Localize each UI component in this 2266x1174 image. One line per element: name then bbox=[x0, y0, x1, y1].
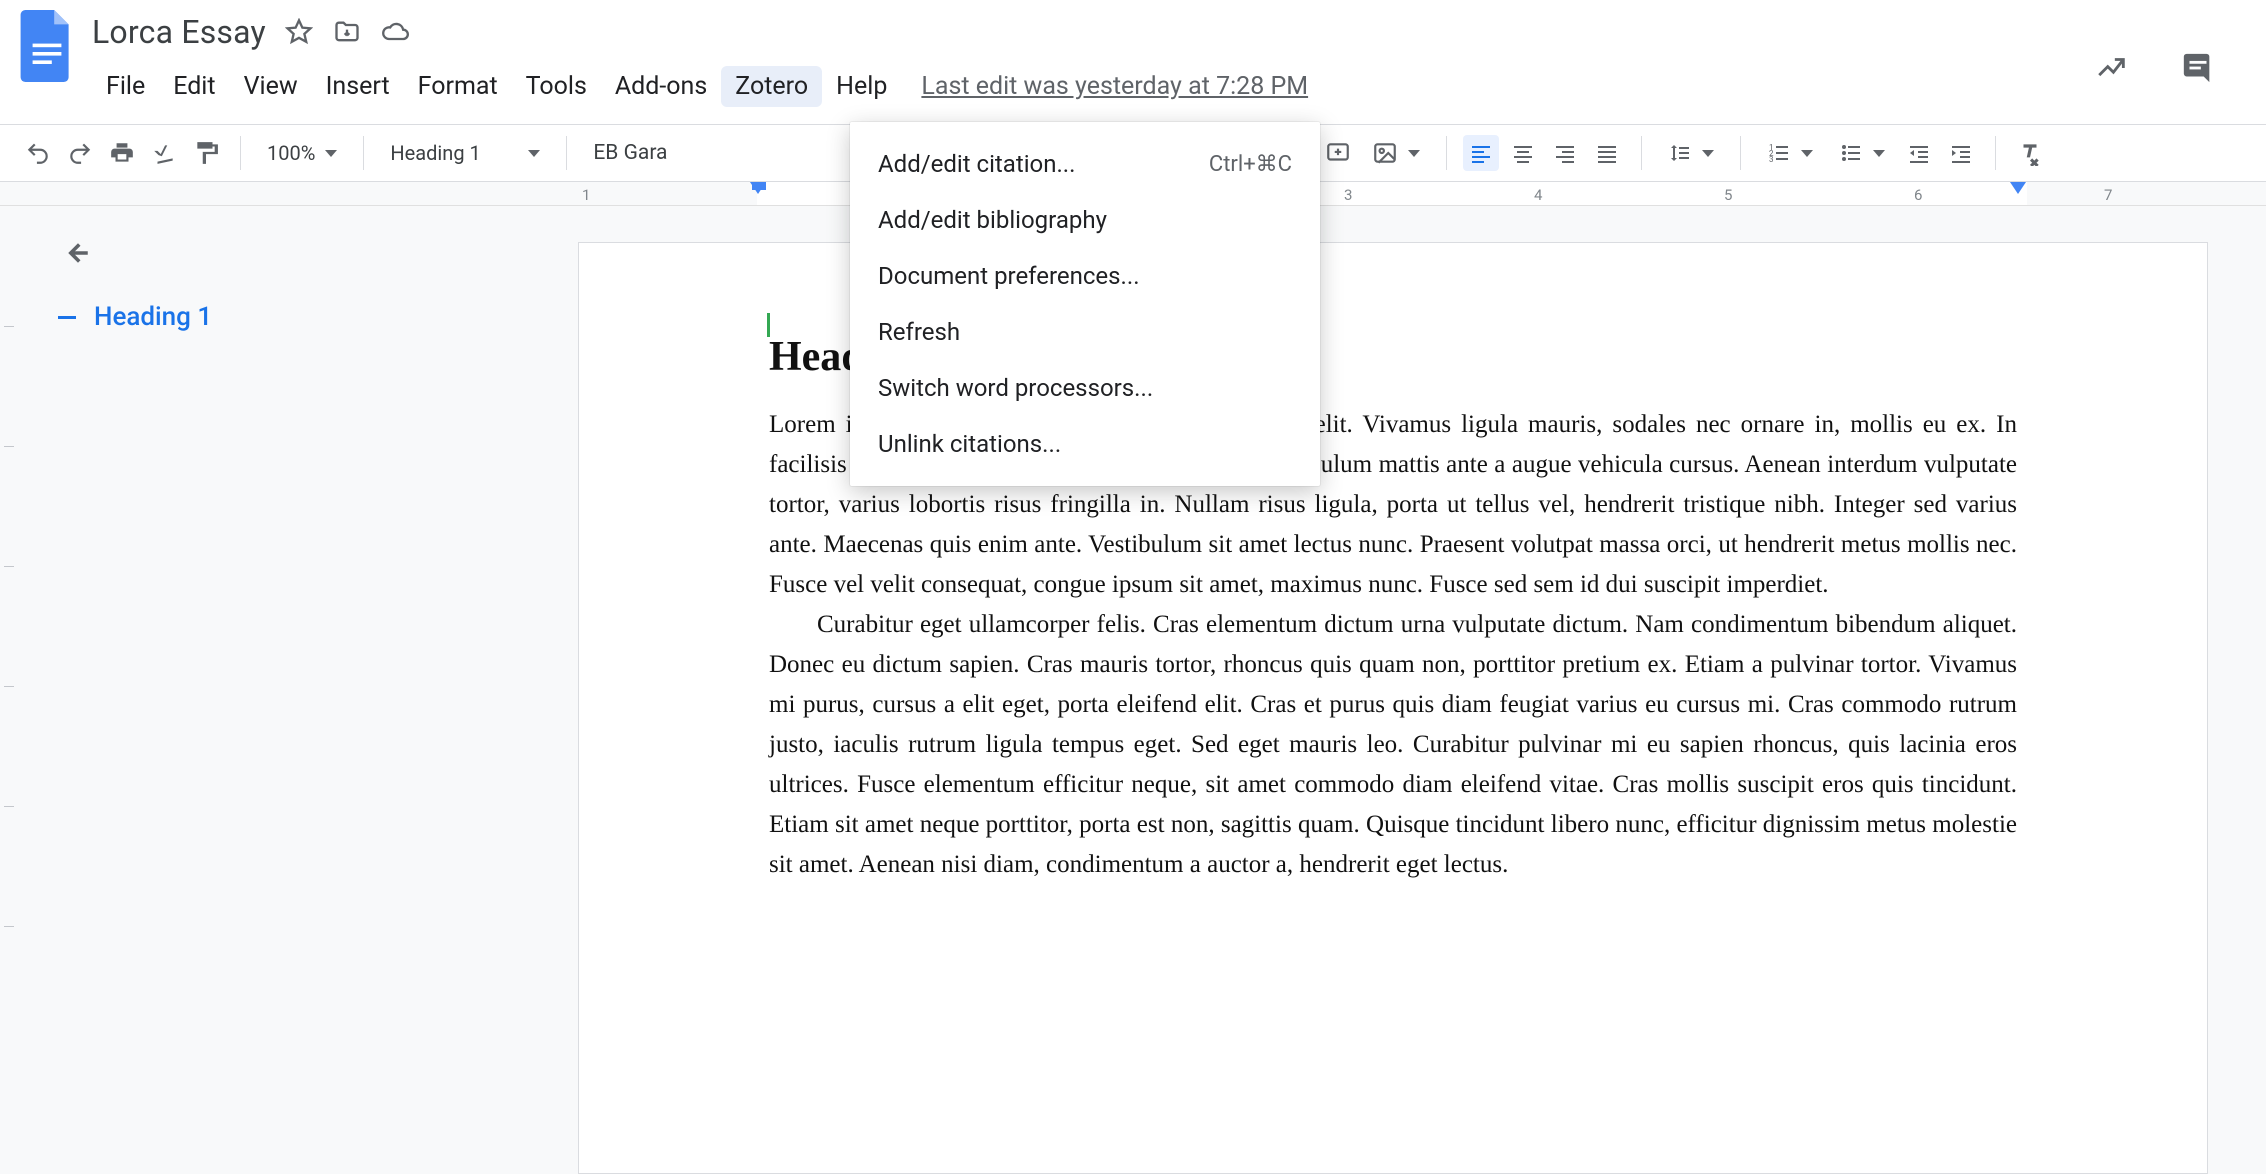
numbered-list-button[interactable]: 123 bbox=[1757, 141, 1823, 165]
vertical-ruler[interactable] bbox=[0, 206, 18, 1174]
document-title[interactable]: Lorca Essay bbox=[92, 13, 266, 51]
svg-text:3: 3 bbox=[1769, 155, 1774, 164]
ruler-label: 4 bbox=[1534, 186, 1542, 204]
ruler-label: 1 bbox=[582, 186, 590, 204]
menu-unlink-citations[interactable]: Unlink citations... bbox=[850, 416, 1320, 472]
menu-item-label: Switch word processors... bbox=[878, 374, 1153, 402]
menu-item-label: Add/edit bibliography bbox=[878, 206, 1107, 234]
activity-icon[interactable] bbox=[2094, 50, 2130, 86]
comments-icon[interactable] bbox=[2180, 50, 2216, 86]
font-select[interactable]: EB Gara bbox=[583, 141, 677, 165]
menu-item-label: Refresh bbox=[878, 318, 960, 346]
toolbar-separator bbox=[1641, 136, 1642, 170]
menu-tools[interactable]: Tools bbox=[512, 66, 601, 107]
menu-add-edit-bibliography[interactable]: Add/edit bibliography bbox=[850, 192, 1320, 248]
menu-insert[interactable]: Insert bbox=[312, 66, 404, 107]
insert-comment-button[interactable] bbox=[1320, 135, 1356, 171]
ruler-label: 6 bbox=[1914, 186, 1922, 204]
undo-button[interactable] bbox=[20, 135, 56, 171]
outline-back-button[interactable] bbox=[58, 236, 94, 272]
align-center-button[interactable] bbox=[1505, 135, 1541, 171]
ruler-label: 5 bbox=[1724, 186, 1732, 204]
align-left-button[interactable] bbox=[1463, 135, 1499, 171]
menu-item-label: Unlink citations... bbox=[878, 430, 1061, 458]
outline-item-label: Heading 1 bbox=[94, 302, 212, 332]
menu-format[interactable]: Format bbox=[404, 66, 512, 107]
toolbar-separator bbox=[1995, 136, 1996, 170]
ruler-left-indent[interactable] bbox=[750, 182, 766, 194]
menu-zotero[interactable]: Zotero bbox=[721, 66, 822, 107]
ruler-label: 7 bbox=[2104, 186, 2112, 204]
menu-add-edit-citation[interactable]: Add/edit citation... Ctrl+⌘C bbox=[850, 136, 1320, 192]
style-value: Heading 1 bbox=[390, 141, 480, 165]
document-page[interactable]: Heading Lorem ipsum dolor sit amet, cons… bbox=[578, 242, 2208, 1174]
spellcheck-button[interactable] bbox=[146, 135, 182, 171]
toolbar-separator bbox=[1446, 136, 1447, 170]
doc-paragraph[interactable]: Curabitur eget ullamcorper felis. Cras e… bbox=[769, 605, 2017, 885]
increase-indent-button[interactable] bbox=[1943, 135, 1979, 171]
insert-image-button[interactable] bbox=[1362, 140, 1430, 166]
ruler-right-indent[interactable] bbox=[2010, 182, 2026, 194]
menu-help[interactable]: Help bbox=[822, 66, 901, 107]
menu-file[interactable]: File bbox=[92, 66, 159, 107]
zotero-dropdown-menu: Add/edit citation... Ctrl+⌘C Add/edit bi… bbox=[850, 122, 1320, 486]
toolbar-separator bbox=[240, 136, 241, 170]
toolbar-separator bbox=[1740, 136, 1741, 170]
menu-addons[interactable]: Add-ons bbox=[601, 66, 721, 107]
menu-view[interactable]: View bbox=[230, 66, 312, 107]
bulleted-list-button[interactable] bbox=[1829, 141, 1895, 165]
zoom-value: 100% bbox=[267, 141, 315, 165]
line-spacing-button[interactable] bbox=[1658, 141, 1724, 165]
docs-logo-icon[interactable] bbox=[20, 10, 74, 82]
ruler-label: 3 bbox=[1344, 186, 1352, 204]
menu-switch-word-processors[interactable]: Switch word processors... bbox=[850, 360, 1320, 416]
menu-edit[interactable]: Edit bbox=[159, 66, 229, 107]
menu-document-preferences[interactable]: Document preferences... bbox=[850, 248, 1320, 304]
toolbar-separator bbox=[566, 136, 567, 170]
decrease-indent-button[interactable] bbox=[1901, 135, 1937, 171]
paint-format-button[interactable] bbox=[188, 135, 224, 171]
redo-button[interactable] bbox=[62, 135, 98, 171]
align-justify-button[interactable] bbox=[1589, 135, 1625, 171]
outline-marker-icon bbox=[58, 316, 76, 319]
print-button[interactable] bbox=[104, 135, 140, 171]
menu-item-shortcut: Ctrl+⌘C bbox=[1209, 152, 1292, 177]
last-edit-link[interactable]: Last edit was yesterday at 7:28 PM bbox=[921, 72, 1308, 101]
menu-refresh[interactable]: Refresh bbox=[850, 304, 1320, 360]
zoom-select[interactable]: 100% bbox=[257, 141, 347, 165]
menu-item-label: Document preferences... bbox=[878, 262, 1140, 290]
style-select[interactable]: Heading 1 bbox=[380, 141, 550, 165]
cloud-status-icon[interactable] bbox=[380, 17, 410, 47]
star-icon[interactable] bbox=[284, 17, 314, 47]
toolbar-separator bbox=[363, 136, 364, 170]
menubar: File Edit View Insert Format Tools Add-o… bbox=[92, 66, 1308, 107]
document-outline: Heading 1 bbox=[18, 206, 578, 1174]
header: Lorca Essay File Edit View Insert Format… bbox=[0, 0, 2266, 124]
outline-item[interactable]: Heading 1 bbox=[58, 302, 548, 332]
move-to-folder-icon[interactable] bbox=[332, 17, 362, 47]
menu-item-label: Add/edit citation... bbox=[878, 150, 1075, 178]
align-right-button[interactable] bbox=[1547, 135, 1583, 171]
text-cursor-icon bbox=[767, 313, 770, 337]
clear-formatting-button[interactable] bbox=[2012, 135, 2048, 171]
